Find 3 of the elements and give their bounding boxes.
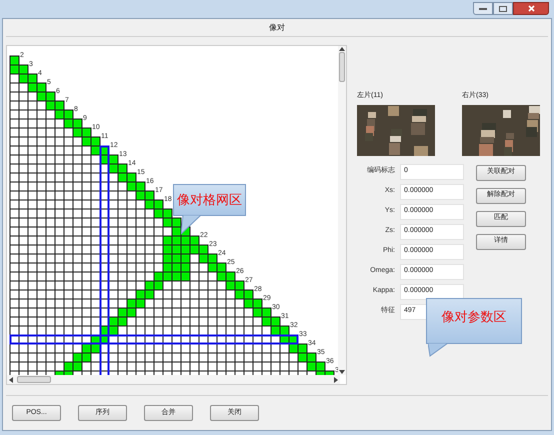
dialog-title: 像对 [269, 22, 285, 34]
callout-text: 像对参数区 [442, 308, 506, 326]
callout-text: 像对格网区 [177, 191, 242, 210]
